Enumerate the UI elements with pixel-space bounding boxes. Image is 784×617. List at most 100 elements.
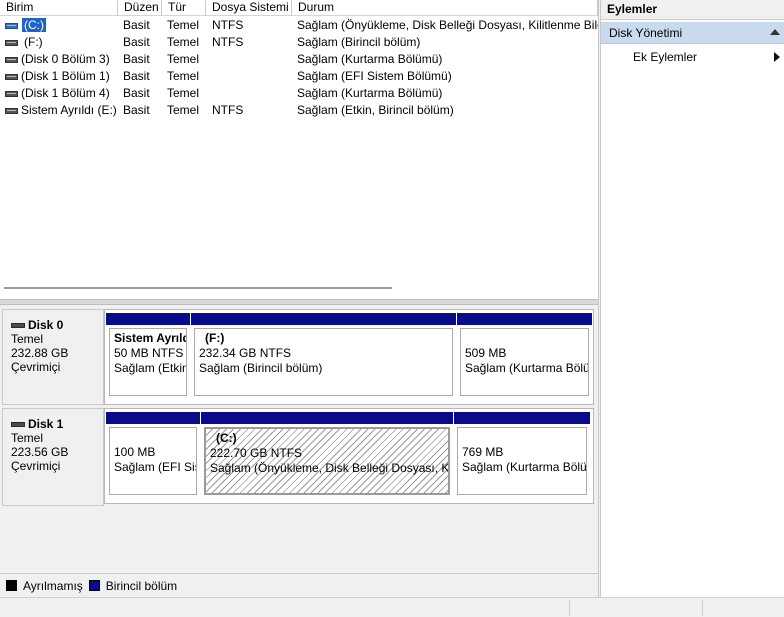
volume-type: Temel (167, 52, 200, 66)
partition-body: 509 MB Sağlam (Kurtarma Bölümü) (460, 328, 589, 396)
disk-kind: Temel (11, 431, 44, 445)
volume-name: (F:) (24, 35, 43, 49)
partition-size: 100 MB (114, 445, 156, 459)
volume-layout: Basit (123, 69, 150, 83)
collapse-up-icon[interactable] (770, 29, 780, 35)
partition[interactable]: 100 MB Sağlam (EFI Sistem Bölümü) (106, 412, 200, 498)
volume-layout: Basit (123, 52, 150, 66)
partition-label: Sistem Ayrıldı (114, 331, 187, 345)
status-bar-separator (702, 600, 703, 616)
volume-layout: Basit (123, 18, 150, 32)
disk-0-partitions: Sistem Ayrıldı 50 MB NTFS Sağlam (Etkin,… (104, 309, 594, 405)
volume-row[interactable]: (F:) Basit Temel NTFS Sağlam (Birincil b… (0, 34, 598, 51)
actions-title: Eylemler (601, 0, 784, 20)
volume-list[interactable]: Birim Düzen Tür Dosya Sistemi Durum (C:)… (0, 0, 598, 300)
partition-type-bar (106, 313, 190, 325)
partition[interactable]: 769 MB Sağlam (Kurtarma Bölümü) (454, 412, 590, 498)
column-header-filesystem[interactable]: Dosya Sistemi (206, 0, 292, 16)
legend-swatch-primary (88, 580, 100, 591)
partition-label: (C:) (216, 431, 237, 445)
partition-type-bar (457, 313, 592, 325)
disk-1-info[interactable]: Disk 1 Temel 223.56 GB Çevrimiçi (2, 408, 104, 506)
left-pane: Birim Düzen Tür Dosya Sistemi Durum (C:)… (0, 0, 599, 597)
disk-title: Disk 1 (28, 417, 64, 431)
volume-type: Temel (167, 69, 200, 83)
partition-label (462, 430, 582, 445)
volume-filesystem (212, 68, 292, 85)
volume-row[interactable]: (Disk 1 Bölüm 4) Basit Temel Sağlam (Kur… (0, 85, 598, 102)
partition[interactable]: Sistem Ayrıldı 50 MB NTFS Sağlam (Etkin,… (106, 313, 190, 399)
column-header-volume[interactable]: Birim (0, 0, 118, 16)
drive-icon (5, 40, 18, 46)
partition-body: 100 MB Sağlam (EFI Sistem Bölümü) (109, 427, 197, 495)
volume-layout: Basit (123, 86, 150, 100)
partition-body: (C:) 222.70 GB NTFS Sağlam (Önyükleme, D… (204, 427, 450, 495)
partition-size: 509 MB (465, 346, 507, 360)
disk-state: Çevrimiçi (11, 360, 61, 374)
partition-type-bar (191, 313, 456, 325)
drive-icon (5, 57, 18, 63)
partition-type-bar (454, 412, 590, 424)
partition-size: 50 MB NTFS (114, 346, 184, 360)
partition-size: 769 MB (462, 445, 504, 459)
volume-filesystem: NTFS (212, 35, 244, 49)
partition-status: Sağlam (Kurtarma Bölümü) (462, 460, 587, 474)
disk-0-title-row: Disk 0 (11, 318, 103, 332)
disk-state: Çevrimiçi (11, 459, 61, 473)
drive-icon (5, 91, 18, 97)
partition-status: Sağlam (Birincil bölüm) (199, 361, 323, 375)
volume-row[interactable]: Sistem Ayrıldı (E:) Basit Temel NTFS Sağ… (0, 102, 598, 119)
volume-row[interactable]: (Disk 0 Bölüm 3) Basit Temel Sağlam (Kur… (0, 51, 598, 68)
partition-body: (F:) 232.34 GB NTFS Sağlam (Birincil böl… (194, 328, 453, 396)
volume-filesystem: NTFS (212, 103, 244, 117)
partition-status: Sağlam (Önyükleme, Disk Belleği Dosyası,… (210, 461, 450, 475)
system-drive-icon (5, 23, 18, 29)
volume-status: Sağlam (Kurtarma Bölümü) (297, 86, 443, 100)
disk-1-partitions: 100 MB Sağlam (EFI Sistem Bölümü) (C:) 2… (104, 408, 594, 504)
volume-status: Sağlam (Kurtarma Bölümü) (297, 52, 443, 66)
volume-row[interactable]: (Disk 1 Bölüm 1) Basit Temel Sağlam (EFI… (0, 68, 598, 85)
disk-size: 232.88 GB (11, 346, 69, 360)
disk-size: 223.56 GB (11, 445, 69, 459)
column-header-status[interactable]: Durum (292, 0, 598, 16)
more-actions-menu[interactable]: Ek Eylemler (633, 48, 784, 66)
disk-1-title-row: Disk 1 (11, 417, 103, 431)
actions-group-disk-management[interactable]: Disk Yönetimi (601, 22, 784, 44)
legend-label-primary: Birincil bölüm (105, 578, 178, 593)
volume-status: Sağlam (Etkin, Birincil bölüm) (297, 103, 454, 117)
volume-row[interactable]: (C:) Basit Temel NTFS Sağlam (Önyükleme,… (0, 17, 598, 34)
partition-body: 769 MB Sağlam (Kurtarma Bölümü) (457, 427, 587, 495)
legend-label-unallocated: Ayrılmamış (23, 578, 83, 593)
disk-title: Disk 0 (28, 318, 64, 332)
scrollbar-thumb[interactable] (4, 287, 392, 289)
partition-type-bar (201, 412, 453, 424)
status-bar (0, 597, 784, 617)
volume-type: Temel (167, 35, 200, 49)
volume-filesystem: NTFS (212, 18, 244, 32)
partition-status: Sağlam (Etkin, Birincil bölüm) (114, 361, 186, 375)
volume-name: (Disk 1 Bölüm 4) (21, 86, 110, 100)
drive-icon (5, 108, 18, 114)
partition-selected[interactable]: (C:) 222.70 GB NTFS Sağlam (Önyükleme, D… (201, 412, 453, 498)
submenu-arrow-icon (774, 52, 780, 62)
partition-size: 222.70 GB NTFS (210, 446, 303, 460)
volume-type: Temel (167, 103, 200, 117)
volume-filesystem (212, 51, 292, 68)
volume-name: (Disk 0 Bölüm 3) (21, 52, 110, 66)
legend: Ayrılmamış Birincil bölüm (0, 573, 598, 597)
partition-label (465, 331, 584, 346)
disk-0-info[interactable]: Disk 0 Temel 232.88 GB Çevrimiçi (2, 309, 104, 405)
status-bar-separator (569, 600, 570, 616)
column-header-type[interactable]: Tür (162, 0, 206, 16)
volume-status: Sağlam (Birincil bölüm) (297, 35, 421, 49)
partition[interactable]: 509 MB Sağlam (Kurtarma Bölümü) (457, 313, 592, 399)
drive-icon (5, 74, 18, 80)
disk-icon (11, 322, 25, 328)
actions-pane: Eylemler Disk Yönetimi Ek Eylemler (600, 0, 784, 597)
partition[interactable]: (F:) 232.34 GB NTFS Sağlam (Birincil böl… (191, 313, 456, 399)
column-header-layout[interactable]: Düzen (118, 0, 162, 16)
horizontal-scrollbar[interactable] (4, 285, 592, 291)
volume-status: Sağlam (Önyükleme, Disk Belleği Dosyası,… (297, 18, 598, 32)
partition-body: Sistem Ayrıldı 50 MB NTFS Sağlam (Etkin,… (109, 328, 187, 396)
disk-kind: Temel (11, 332, 44, 346)
